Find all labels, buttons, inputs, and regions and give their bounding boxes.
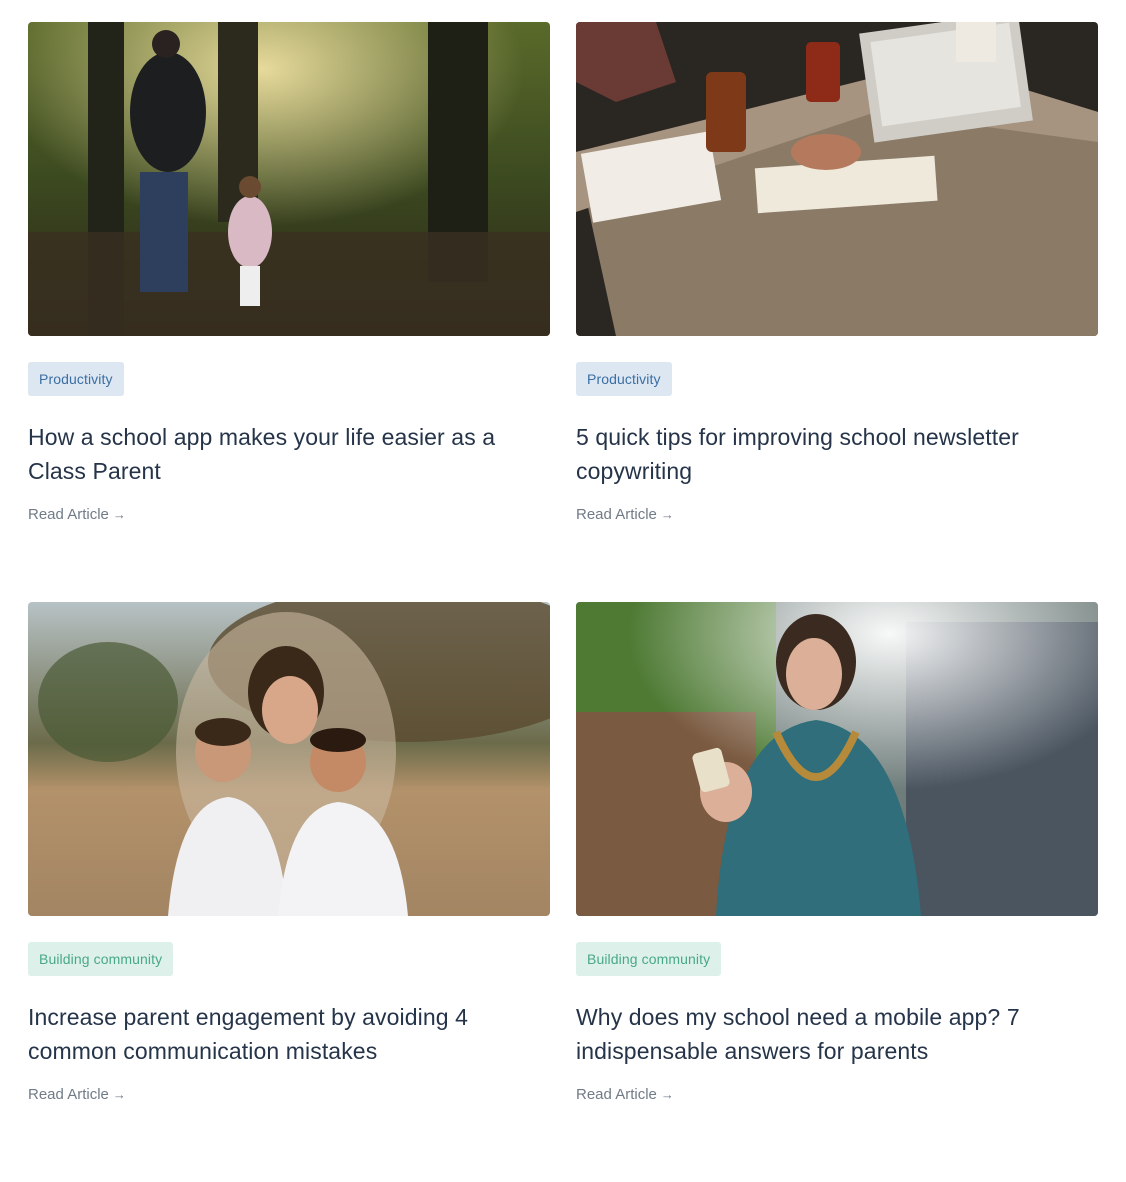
article-card: Productivity How a school app makes your… [28, 22, 550, 602]
family-image [28, 602, 550, 916]
read-article-link[interactable]: Read Article → [576, 506, 674, 523]
article-title[interactable]: How a school app makes your life easier … [28, 420, 528, 488]
read-article-label: Read Article [576, 1086, 657, 1103]
article-card: Building community Increase parent engag… [28, 602, 550, 1182]
category-tag[interactable]: Building community [576, 942, 722, 976]
read-article-link[interactable]: Read Article → [28, 1086, 126, 1103]
article-grid: Productivity How a school app makes your… [28, 22, 1098, 1182]
read-article-label: Read Article [28, 506, 109, 523]
article-image[interactable] [576, 602, 1098, 916]
article-title[interactable]: Why does my school need a mobile app? 7 … [576, 1000, 1076, 1068]
category-tag[interactable]: Productivity [576, 362, 672, 396]
arrow-right-icon: → [660, 1087, 674, 1102]
article-image[interactable] [576, 22, 1098, 336]
woman-phone-image [576, 602, 1098, 916]
read-article-label: Read Article [28, 1086, 109, 1103]
article-title[interactable]: Increase parent engagement by avoiding 4… [28, 1000, 528, 1068]
article-image[interactable] [28, 602, 550, 916]
arrow-right-icon: → [660, 507, 674, 522]
read-article-label: Read Article [576, 506, 657, 523]
article-card: Productivity 5 quick tips for improving … [576, 22, 1098, 602]
arrow-right-icon: → [112, 507, 126, 522]
arrow-right-icon: → [112, 1087, 126, 1102]
team-table-image [576, 22, 1098, 336]
article-image[interactable] [28, 22, 550, 336]
read-article-link[interactable]: Read Article → [576, 1086, 674, 1103]
read-article-link[interactable]: Read Article → [28, 506, 126, 523]
category-tag[interactable]: Building community [28, 942, 174, 976]
category-tag[interactable]: Productivity [28, 362, 124, 396]
article-card: Building community Why does my school ne… [576, 602, 1098, 1182]
forest-walk-image [28, 22, 550, 336]
article-title[interactable]: 5 quick tips for improving school newsle… [576, 420, 1076, 488]
